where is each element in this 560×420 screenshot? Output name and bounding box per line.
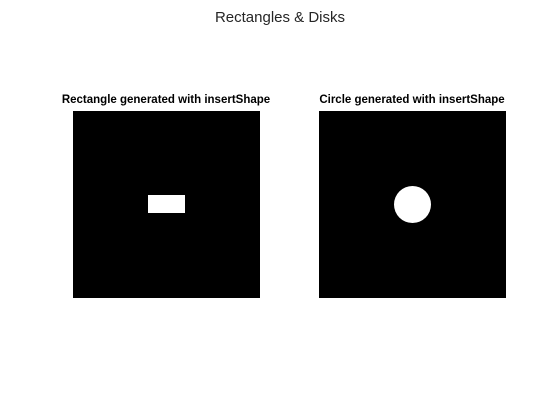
- figure-title: Rectangles & Disks: [214, 9, 346, 26]
- rectangle-panel-title: Rectangle generated with insertShape: [61, 94, 271, 106]
- rectangle-image: [73, 111, 260, 298]
- white-disk: [394, 186, 431, 223]
- white-rectangle: [148, 195, 185, 213]
- circle-image: [319, 111, 506, 298]
- circle-panel-title: Circle generated with insertShape: [319, 94, 505, 106]
